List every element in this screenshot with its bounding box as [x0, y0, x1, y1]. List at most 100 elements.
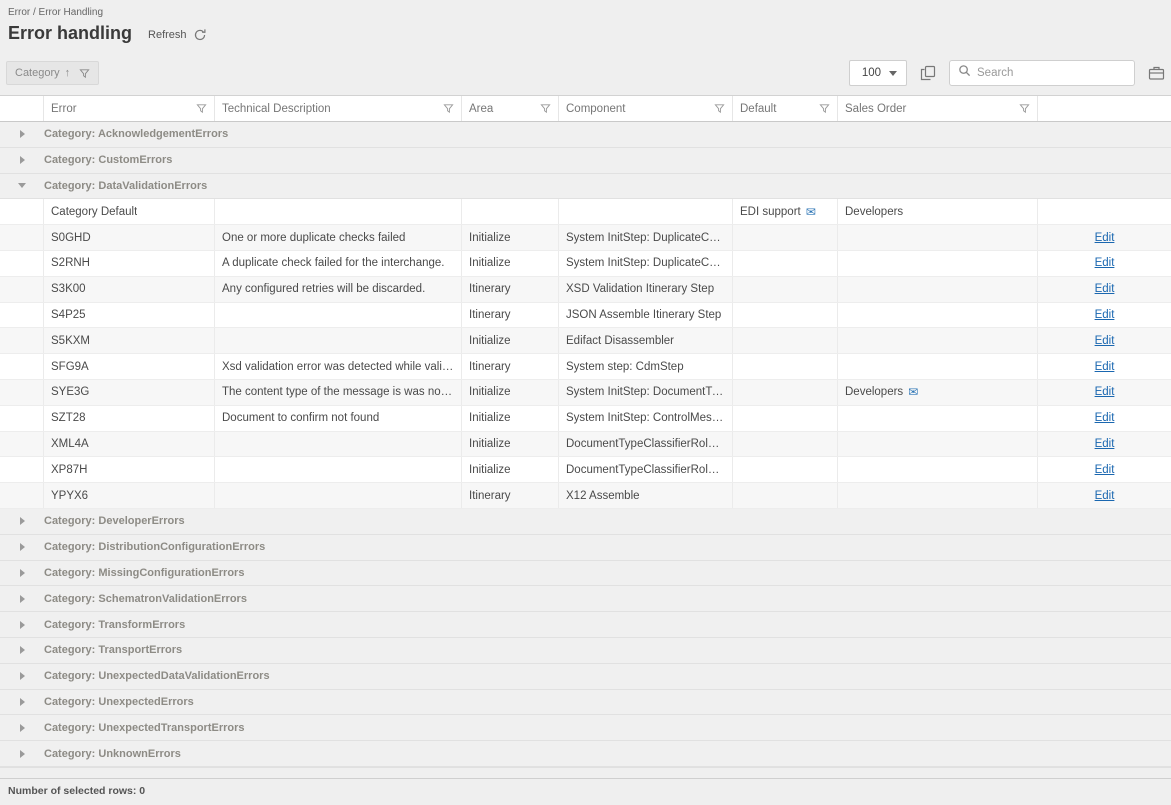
- expand-icon[interactable]: [0, 672, 44, 680]
- cell-error: XML4A: [44, 432, 215, 457]
- cell-edit: Edit: [1038, 354, 1171, 379]
- refresh-button[interactable]: Refresh: [148, 28, 207, 42]
- cell-sales: [838, 225, 1038, 250]
- edit-link[interactable]: Edit: [1095, 490, 1115, 502]
- cell-default: [733, 277, 838, 302]
- search-input[interactable]: [977, 67, 1131, 79]
- cell-error: SZT28: [44, 406, 215, 431]
- group-label: Category: TransformErrors: [44, 619, 185, 631]
- briefcase-icon[interactable]: [1148, 65, 1165, 81]
- edit-link[interactable]: Edit: [1095, 309, 1115, 321]
- group-row[interactable]: Category: UnexpectedTransportErrors: [0, 715, 1171, 741]
- breadcrumb[interactable]: Error / Error Handling: [0, 0, 1171, 18]
- edit-link[interactable]: Edit: [1095, 412, 1115, 424]
- header-sales-order[interactable]: Sales Order: [838, 96, 1038, 121]
- group-row[interactable]: Category: UnexpectedErrors: [0, 690, 1171, 716]
- edit-link[interactable]: Edit: [1095, 283, 1115, 295]
- header-default[interactable]: Default: [733, 96, 838, 121]
- copy-icon[interactable]: [920, 65, 936, 81]
- table-row: S0GHDOne or more duplicate checks failed…: [0, 225, 1171, 251]
- table-row: XML4AInitializeDocumentTypeClassifierRol…: [0, 432, 1171, 458]
- cell-component: System InitStep: ControlMessage...: [559, 406, 733, 431]
- cell-sales: [838, 328, 1038, 353]
- column-title-component: Component: [566, 103, 625, 115]
- edit-link[interactable]: Edit: [1095, 335, 1115, 347]
- cell-component: System InitStep: DocumentTypeC...: [559, 380, 733, 405]
- cell-error: XP87H: [44, 457, 215, 482]
- cell-error: SFG9A: [44, 354, 215, 379]
- expand-icon[interactable]: [0, 130, 44, 138]
- header-error[interactable]: Error: [44, 96, 215, 121]
- group-label: Category: UnexpectedErrors: [44, 696, 194, 708]
- group-chip-category[interactable]: Category ↑: [6, 61, 99, 85]
- edit-link[interactable]: Edit: [1095, 361, 1115, 373]
- cell-tech: [215, 432, 462, 457]
- expand-icon[interactable]: [0, 750, 44, 758]
- header-component[interactable]: Component: [559, 96, 733, 121]
- filter-icon[interactable]: [443, 103, 454, 114]
- filter-icon[interactable]: [819, 103, 830, 114]
- cell-component: DocumentTypeClassifierRolver Xml: [559, 457, 733, 482]
- cell-default: [733, 380, 838, 405]
- filter-icon[interactable]: [196, 103, 207, 114]
- filter-icon[interactable]: [1019, 103, 1030, 114]
- cell-component: [559, 199, 733, 224]
- filter-icon[interactable]: [540, 103, 551, 114]
- group-row[interactable]: Category: UnexpectedDataValidationErrors: [0, 664, 1171, 690]
- collapse-icon[interactable]: [0, 183, 44, 188]
- expand-icon[interactable]: [0, 646, 44, 654]
- header-technical-description[interactable]: Technical Description: [215, 96, 462, 121]
- cell-edit: Edit: [1038, 432, 1171, 457]
- error-grid: Error Technical Description Area Compone…: [0, 95, 1171, 768]
- group-label: Category: SchematronValidationErrors: [44, 593, 247, 605]
- mail-icon[interactable]: ✉: [806, 205, 816, 219]
- table-row: YPYX6ItineraryX12 AssembleEdit: [0, 483, 1171, 509]
- filter-icon[interactable]: [714, 103, 725, 114]
- edit-link[interactable]: Edit: [1095, 386, 1115, 398]
- group-row[interactable]: Category: DeveloperErrors: [0, 509, 1171, 535]
- expand-icon[interactable]: [0, 621, 44, 629]
- search-box[interactable]: [949, 60, 1135, 86]
- expand-icon[interactable]: [0, 698, 44, 706]
- group-label: Category: DataValidationErrors: [44, 180, 207, 192]
- page: Error / Error Handling Error handling Re…: [0, 0, 1171, 805]
- group-label: Category: TransportErrors: [44, 644, 182, 656]
- edit-link[interactable]: Edit: [1095, 438, 1115, 450]
- mail-icon[interactable]: ✉: [908, 385, 918, 399]
- edit-link[interactable]: Edit: [1095, 232, 1115, 244]
- refresh-label: Refresh: [148, 29, 187, 41]
- table-row: Category DefaultEDI support✉Developers: [0, 199, 1171, 225]
- expand-icon[interactable]: [0, 543, 44, 551]
- expand-icon[interactable]: [0, 156, 44, 164]
- cell-tech: Any configured retries will be discarded…: [215, 277, 462, 302]
- cell-tech: A duplicate check failed for the interch…: [215, 251, 462, 276]
- expand-icon[interactable]: [0, 569, 44, 577]
- group-row[interactable]: Category: TransformErrors: [0, 612, 1171, 638]
- header-edit-column: [1038, 96, 1171, 121]
- group-row[interactable]: Category: CustomErrors: [0, 148, 1171, 174]
- edit-link[interactable]: Edit: [1095, 464, 1115, 476]
- group-row[interactable]: Category: UnknownErrors: [0, 741, 1171, 767]
- group-label: Category: DistributionConfigurationError…: [44, 541, 265, 553]
- page-size-select[interactable]: 100: [849, 60, 907, 86]
- table-row: S3K00Any configured retries will be disc…: [0, 277, 1171, 303]
- cell-sales: Developers✉: [838, 380, 1038, 405]
- group-row[interactable]: Category: DataValidationErrors: [0, 174, 1171, 200]
- header-area[interactable]: Area: [462, 96, 559, 121]
- expand-icon[interactable]: [0, 724, 44, 732]
- group-row[interactable]: Category: TransportErrors: [0, 638, 1171, 664]
- group-row[interactable]: Category: SchematronValidationErrors: [0, 586, 1171, 612]
- group-row[interactable]: Category: MissingConfigurationErrors: [0, 561, 1171, 587]
- group-row[interactable]: Category: DistributionConfigurationError…: [0, 535, 1171, 561]
- cell-area: Initialize: [462, 432, 559, 457]
- expand-icon[interactable]: [0, 517, 44, 525]
- cell-area: Itinerary: [462, 277, 559, 302]
- column-title-sales-order: Sales Order: [845, 103, 906, 115]
- expand-icon[interactable]: [0, 595, 44, 603]
- cell-default: [733, 328, 838, 353]
- cell-tech: One or more duplicate checks failed: [215, 225, 462, 250]
- edit-link[interactable]: Edit: [1095, 257, 1115, 269]
- group-row[interactable]: Category: AcknowledgementErrors: [0, 122, 1171, 148]
- group-chip-label: Category: [15, 67, 60, 79]
- cell-component: XSD Validation Itinerary Step: [559, 277, 733, 302]
